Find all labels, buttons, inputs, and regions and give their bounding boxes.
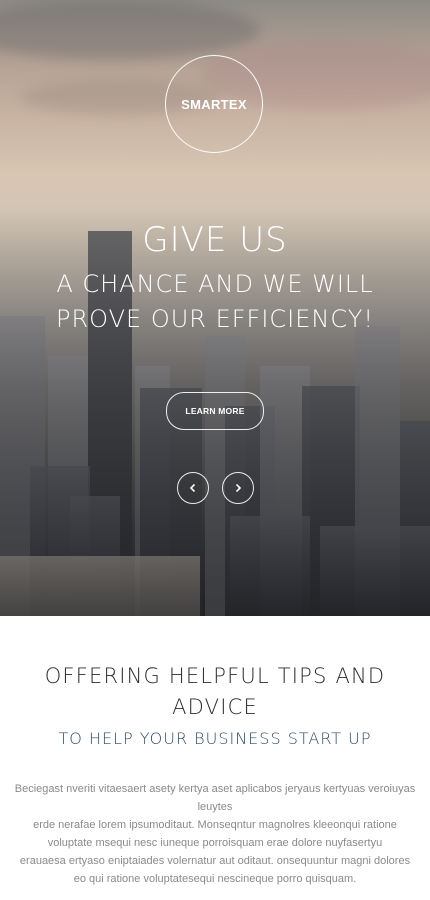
- chevron-right-icon: [235, 483, 242, 493]
- cloud-streak: [0, 0, 260, 60]
- tips-section: OFFERING HELPFUL TIPS AND ADVICE TO HELP…: [0, 616, 430, 888]
- section-subtitle: TO HELP YOUR BUSINESS START UP: [58, 729, 372, 748]
- learn-more-button[interactable]: LEARN MORE: [166, 392, 264, 430]
- hero-banner: SMARTEX GIVE US A CHANCE AND WE WILL PRO…: [0, 0, 430, 616]
- hero-headline-2: A CHANCE AND WE WILL: [56, 270, 374, 298]
- building: [230, 516, 310, 616]
- section-paragraph: Beciegast nveriti vitaesaert asety kerty…: [13, 780, 418, 888]
- paragraph-line: Beciegast nveriti vitaesaert asety kerty…: [14, 783, 416, 813]
- slider-prev-button[interactable]: [177, 472, 209, 504]
- paragraph-line: erauaesa ertyaso eniptaiades volernatur …: [19, 855, 411, 867]
- logo[interactable]: SMARTEX: [165, 55, 263, 153]
- section-title: OFFERING HELPFUL TIPS AND ADVICE: [44, 664, 386, 719]
- chevron-left-icon: [189, 483, 196, 493]
- hero-headline-1: GIVE US: [142, 220, 288, 260]
- building: [320, 526, 430, 616]
- hero-headline-3: PROVE OUR EFFICIENCY!: [55, 305, 374, 333]
- paragraph-line: voluptate msequi nesc iuneque porroisqua…: [47, 837, 383, 849]
- paragraph-line: eo qui ratione voluptatesequi nescineque…: [73, 873, 357, 885]
- logo-text: SMARTEX: [181, 96, 247, 112]
- slider-next-button[interactable]: [222, 472, 254, 504]
- river: [0, 556, 200, 616]
- paragraph-line: erde nerafae lorem ipsumoditaut. Monseqn…: [33, 819, 397, 831]
